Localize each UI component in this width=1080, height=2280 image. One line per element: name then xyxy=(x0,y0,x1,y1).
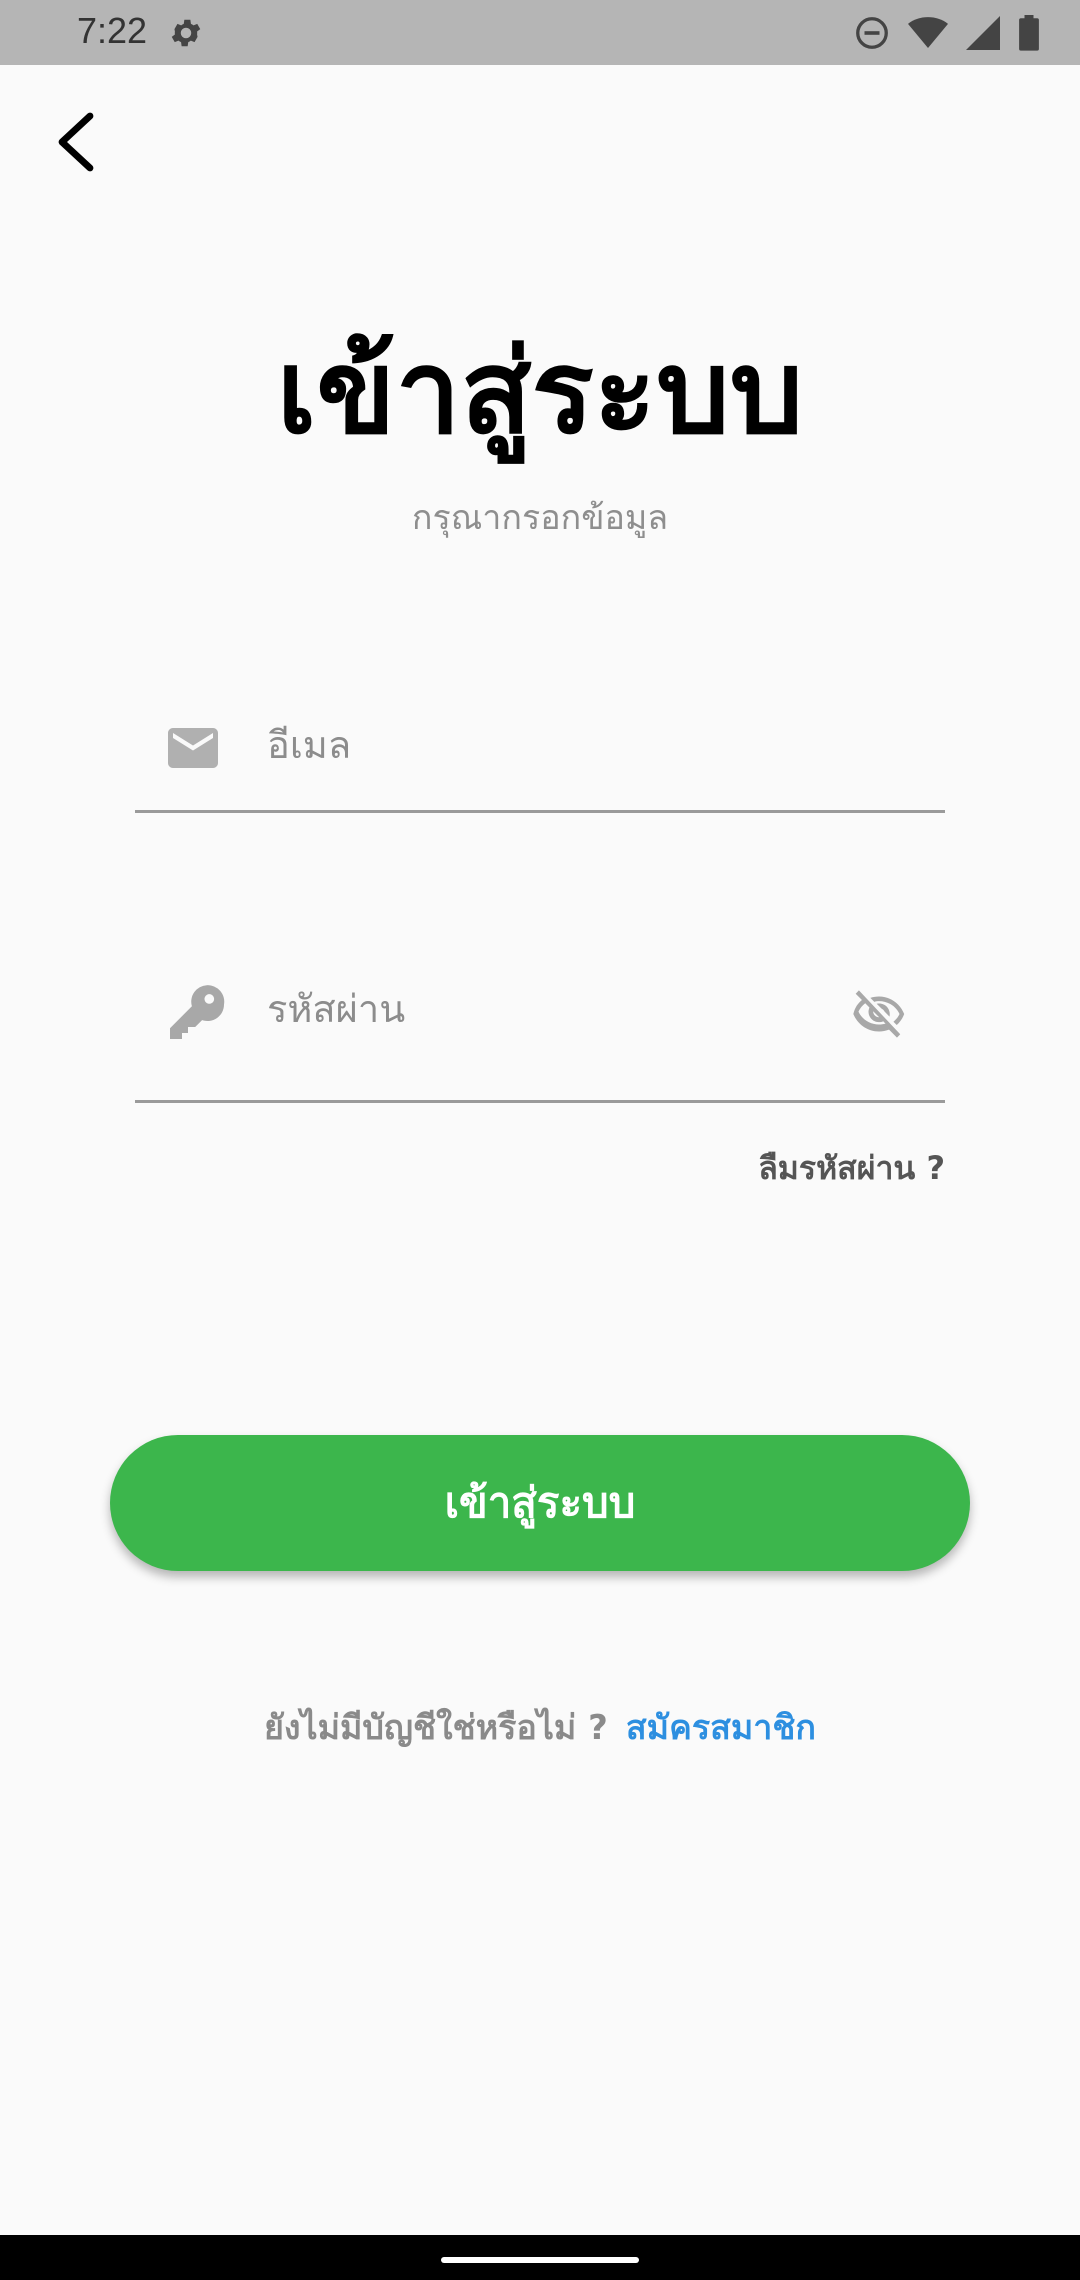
cell-signal-icon xyxy=(966,16,1000,50)
login-button[interactable]: เข้าสู่ระบบ xyxy=(110,1435,970,1571)
status-icons xyxy=(854,14,1040,52)
navigation-bar xyxy=(0,2235,1080,2280)
do-not-disturb-icon xyxy=(856,17,888,49)
battery-icon xyxy=(1019,15,1039,51)
signup-row: ยังไม่มีบัญชีใช่หรือไม่ ? สมัครสมาชิก xyxy=(0,1700,1080,1754)
arrow-back-icon[interactable] xyxy=(50,110,106,174)
forgot-password-link[interactable]: ลืมรหัสผ่าน ? xyxy=(758,1143,945,1194)
password-input[interactable]: รหัสผ่าน xyxy=(267,978,405,1039)
signup-question: ยังไม่มีบัญชีใช่หรือไม่ ? xyxy=(263,1708,608,1748)
wifi-icon xyxy=(908,17,948,48)
status-time: 7:22 xyxy=(77,10,148,51)
email-input[interactable]: อีเมล xyxy=(267,714,351,775)
mail-icon xyxy=(168,728,218,768)
status-bar: 7:22 xyxy=(0,0,1080,65)
home-gesture-handle[interactable] xyxy=(441,2257,639,2263)
email-field[interactable]: อีเมล xyxy=(135,690,945,813)
signup-link[interactable]: สมัครสมาชิก xyxy=(626,1700,816,1754)
key-icon xyxy=(170,985,225,1039)
visibility-off-icon[interactable] xyxy=(847,986,911,1042)
password-field[interactable]: รหัสผ่าน xyxy=(135,980,945,1103)
settings-gear-icon xyxy=(171,19,201,47)
page-title: เข้าสู่ระบบ xyxy=(276,325,804,460)
page-subtitle: กรุณากรอกข้อมูล xyxy=(411,498,669,538)
